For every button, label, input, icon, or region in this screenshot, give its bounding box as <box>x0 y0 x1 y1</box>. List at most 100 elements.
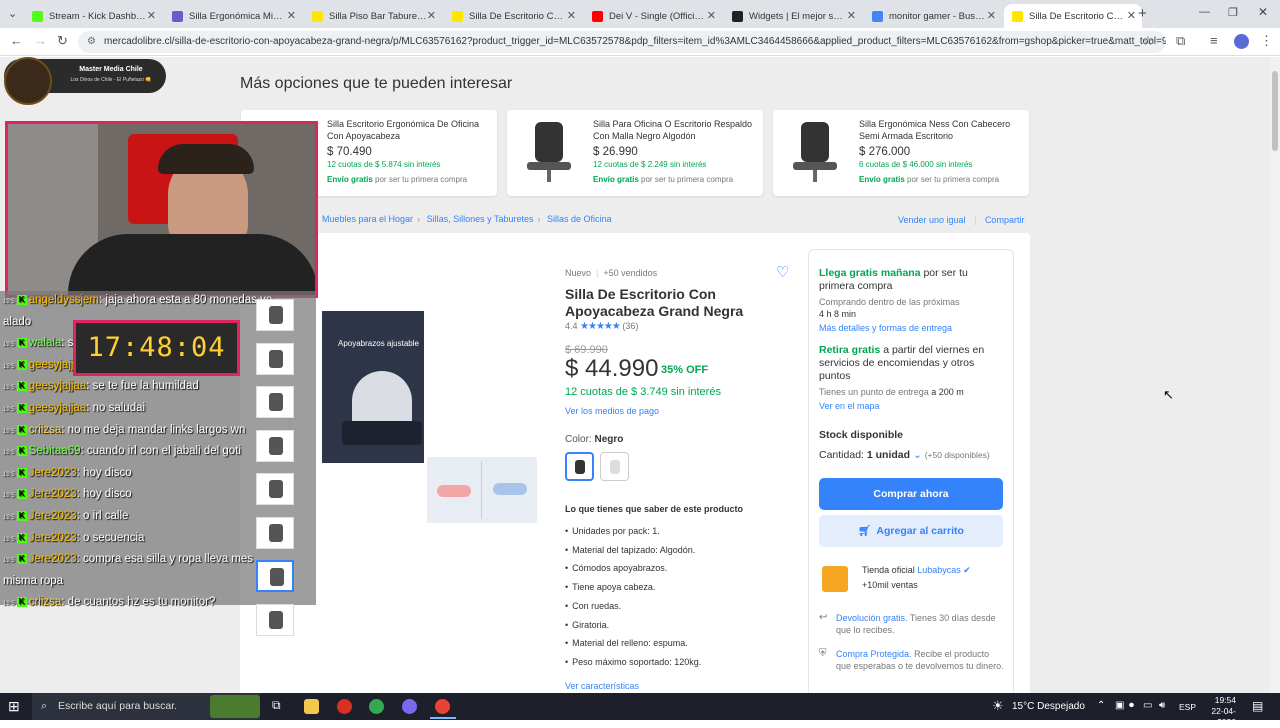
browser-tab[interactable]: Silla De Escritorio Con Ap ✕ <box>1004 4 1142 28</box>
browser-tab[interactable]: Dei V - Single (Official Vi ✕ <box>584 4 722 28</box>
chat-text: : compra esa silla y ropa lleva mes <box>76 553 254 566</box>
gallery-thumbnail[interactable] <box>256 299 294 331</box>
tab-label: monitor gamer - Buscar c <box>889 10 987 22</box>
chat-username: Jere2023 <box>28 510 77 522</box>
recommendation-card[interactable]: Silla Para Oficina O Escritorio Respaldo… <box>507 110 763 196</box>
card-shipping: Envío gratis por ser tu primera compra <box>859 175 1000 184</box>
rating[interactable]: 4.4 ★★★★★ (36) <box>565 321 638 332</box>
language-indicator[interactable]: ESP <box>1179 702 1196 712</box>
reload-icon[interactable]: ↻ <box>57 33 68 49</box>
tab-close-icon[interactable]: ✕ <box>567 9 576 22</box>
chat-username: Jere2023 <box>28 466 77 479</box>
media-icon[interactable]: ≡ <box>1210 33 1218 48</box>
breadcrumb-item[interactable]: Sillas de Oficina <box>547 214 612 224</box>
chat-username: criizsa <box>28 596 62 609</box>
tray-chevron-icon[interactable]: ⌃ <box>1097 700 1105 711</box>
scrollbar[interactable] <box>1270 57 1280 693</box>
buy-now-button[interactable]: Comprar ahora <box>819 478 1003 510</box>
menu-dots-icon[interactable]: ⋮ <box>1260 33 1273 49</box>
notifications-icon[interactable]: ▤ <box>1252 699 1263 713</box>
breadcrumb: Muebles para el Hogar › Sillas, Sillones … <box>322 214 612 224</box>
browser-tab[interactable]: Widgets | El mejor softwa ✕ <box>724 4 862 28</box>
feature-item: • Peso máximo soportado: 120kg. <box>565 656 702 667</box>
tab-close-icon[interactable]: ✕ <box>1127 9 1136 22</box>
gallery-thumbnail[interactable] <box>256 342 294 375</box>
tray-app-icon[interactable]: ▣ <box>1115 700 1124 711</box>
url-field[interactable]: ⚙ mercadolibre.cl/silla-de-escritorio-co… <box>78 31 1166 53</box>
minimize-icon[interactable]: — <box>1199 6 1210 18</box>
store-link[interactable]: Lubabycas <box>917 565 961 575</box>
return-icon: ↩ <box>819 612 828 623</box>
tab-search-icon[interactable]: ⌄ <box>8 7 17 20</box>
chrome-active-icon[interactable] <box>435 699 450 714</box>
network-icon[interactable]: ▭ <box>1143 700 1152 711</box>
store-logo[interactable] <box>822 566 848 592</box>
sell-link[interactable]: Vender uno igual <box>898 215 966 225</box>
chevron-down-icon: ⌄ <box>912 449 922 461</box>
favorite-heart-icon[interactable]: ♡ <box>776 263 789 281</box>
browser-tab[interactable]: Silla De Escritorio Con Ap ✕ <box>444 4 582 28</box>
tab-close-icon[interactable]: ✕ <box>287 9 296 22</box>
profile-avatar[interactable] <box>1234 34 1249 49</box>
site-info-icon[interactable]: ⚙ <box>87 31 96 53</box>
breadcrumb-item[interactable]: Sillas, Sillones y Taburetes <box>427 214 534 224</box>
back-icon[interactable]: ← <box>10 33 23 48</box>
recommendation-card[interactable]: Silla Ergonómica Ness Con Cabecero Semi … <box>773 110 1029 196</box>
volume-icon[interactable]: 🔊︎ <box>1159 700 1165 711</box>
windows-start-icon[interactable]: ⊞ <box>8 698 20 715</box>
color-option-white[interactable] <box>600 452 629 481</box>
browser-tab[interactable]: Stream - Kick Dashboard ✕ <box>24 4 162 28</box>
extensions-icon[interactable]: ⧉ <box>1176 33 1185 49</box>
search-highlight-image <box>210 695 260 718</box>
file-explorer-icon[interactable] <box>304 699 319 714</box>
gallery-thumbnail[interactable] <box>256 560 294 592</box>
browser-tab[interactable]: Silla Piso Bar Taburete Re✕ <box>304 4 442 28</box>
browser-tab[interactable]: Silla Ergonómica Mimik | ✕ <box>164 4 302 28</box>
gallery-thumbnail[interactable] <box>256 386 294 418</box>
card-title: Silla Ergonómica Ness Con Cabecero Semi … <box>859 119 1011 141</box>
breadcrumb-item[interactable]: Muebles para el Hogar <box>322 214 413 224</box>
chat-text: : cuando irl con el jabali del goti <box>80 445 241 458</box>
product-main-image[interactable]: Apoyabrazos ajustable <box>322 311 424 463</box>
browser-tab[interactable]: monitor gamer - Buscar c ✕ <box>864 4 1002 28</box>
task-view-icon[interactable]: ⧉ <box>272 698 281 713</box>
gallery-thumbnail[interactable] <box>256 516 294 549</box>
feature-item: • Giratoria. <box>565 619 610 630</box>
quantity-selector[interactable]: Cantidad: 1 unidad ⌄ (+50 disponibles) <box>819 449 990 461</box>
color-option-black[interactable] <box>565 452 594 481</box>
color-selector-label: Color: Negro <box>565 434 624 445</box>
tab-close-icon[interactable]: ✕ <box>147 9 156 22</box>
add-to-cart-button[interactable]: 🛒︎ Agregar al carrito <box>819 515 1003 547</box>
search-icon: ⌕ <box>41 700 48 712</box>
tab-close-icon[interactable]: ✕ <box>707 9 716 22</box>
share-link[interactable]: Compartir <box>985 215 1025 225</box>
close-window-icon[interactable]: ✕ <box>1258 5 1268 19</box>
card-title: Silla Escritorio Ergonómica De Oficina C… <box>327 119 480 141</box>
bookmark-star-icon[interactable]: ☆ <box>1142 33 1154 49</box>
obs-icon[interactable] <box>337 699 352 714</box>
pickup-note: Tienes un punto de entrega a 200 m <box>819 387 964 397</box>
chrome-icon[interactable] <box>369 699 384 714</box>
gallery-thumbnail[interactable] <box>256 429 294 462</box>
clock[interactable]: 19:54 22-04-2026 <box>1196 695 1236 728</box>
tab-favicon-icon <box>872 10 883 22</box>
map-link[interactable]: Ver en el mapa <box>819 401 880 411</box>
mic-icon[interactable]: ⏺ <box>1129 700 1134 711</box>
weather-text[interactable]: 15°C Despejado <box>1012 701 1085 712</box>
new-tab-icon[interactable]: + <box>1138 5 1147 22</box>
tab-close-icon[interactable]: ✕ <box>847 9 856 22</box>
gallery-thumbnail[interactable] <box>256 473 294 505</box>
app-icon[interactable] <box>402 699 417 714</box>
payment-methods-link[interactable]: Ver los medios de pago <box>565 406 659 416</box>
tab-favicon-icon <box>452 10 463 22</box>
address-bar: ← → ↻ ⚙ mercadolibre.cl/silla-de-escrito… <box>0 28 1280 56</box>
tab-close-icon[interactable]: ✕ <box>987 9 996 22</box>
tab-close-icon[interactable]: ✕ <box>427 9 436 22</box>
gallery-thumbnail[interactable] <box>256 603 294 636</box>
channel-badge: Master Media Chile Los Dinos de Chile - … <box>4 57 166 105</box>
restore-icon[interactable]: ❐ <box>1228 6 1238 19</box>
features-link[interactable]: Ver características <box>565 681 639 691</box>
chat-username: criizsa <box>28 423 62 436</box>
shipping-details-link[interactable]: Más detalles y formas de entrega <box>819 323 952 333</box>
forward-icon[interactable]: → <box>34 33 47 48</box>
